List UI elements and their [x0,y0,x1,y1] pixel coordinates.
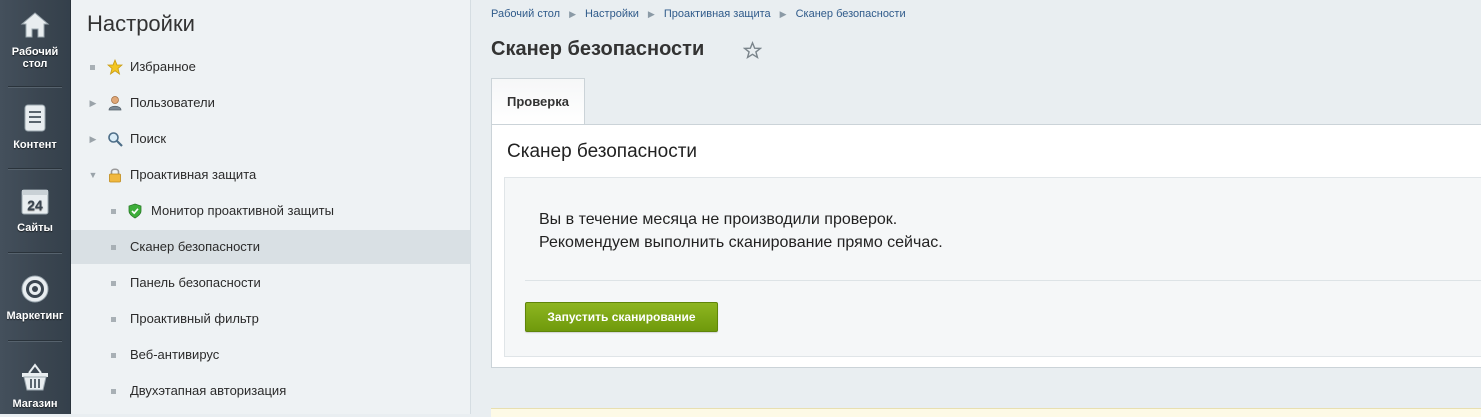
scanner-panel: Сканер безопасности Вы в течение месяца … [491,124,1481,368]
breadcrumb-link[interactable]: Проактивная защита [664,8,771,20]
menu-item-favorites[interactable]: Избранное [71,50,470,84]
rail-item-content[interactable]: Контент [0,103,70,151]
scanner-notice-box: Вы в течение месяца не производили прове… [504,177,1481,357]
favorite-star-icon[interactable] [743,41,762,60]
home-icon [20,12,50,38]
calendar-24-icon: 24 [21,189,49,215]
main-content: Рабочий стол ▶ Настройки ▶ Проактивная защит… [471,0,1481,417]
menu-item-web-antivirus[interactable]: Веб-антивирус [71,338,470,372]
menu-item-label: Сканер безопасности [130,239,261,254]
rail-label: Сайты [17,222,53,234]
lock-icon [109,168,121,183]
menu-item-label: Поиск [130,131,167,146]
bullet-marker [90,65,95,70]
bullet-marker [111,281,116,286]
rail-label: Рабочий [11,46,59,58]
chevron-down-icon[interactable]: ▼ [88,158,98,192]
bullet-marker [111,353,116,358]
panel-title: Сканер безопасности [507,141,698,162]
rail-item-desktop[interactable]: Рабочий стол [0,10,70,70]
user-icon [108,96,122,111]
star-icon [107,59,123,75]
menu-item-label: Панель безопасности [130,275,261,290]
start-scan-button[interactable]: Запустить сканирование [525,302,718,332]
rail-item-sites[interactable]: 24 Сайты [0,186,70,234]
svg-text:24: 24 [27,197,43,213]
magnifier-icon [108,132,123,147]
menu-item-proactive-monitor[interactable]: Монитор проактивной защиты [71,194,470,228]
bullet-marker [111,209,116,214]
rail-label: Контент [13,139,57,151]
menu-item-label: Веб-антивирус [130,347,220,362]
scanner-message: Вы в течение месяца не производили прове… [539,208,943,254]
divider [525,280,1481,281]
menu-title: Настройки [87,11,195,36]
basket-icon [22,363,48,391]
rail-label: стол [22,58,48,70]
page-title: Сканер безопасности [491,38,705,60]
breadcrumb-separator-icon: ▶ [569,9,576,19]
message-line: Рекомендуем выполнить сканирование прямо… [539,234,943,251]
bullet-marker [111,317,116,322]
document-icon [24,104,46,132]
breadcrumb-separator-icon: ▶ [647,9,655,19]
menu-item-label: Монитор проактивной защиты [151,203,334,218]
menu-item-label: Двухэтапная авторизация [130,383,287,398]
menu-item-search[interactable]: ▶ Поиск [71,122,470,156]
shield-icon [128,203,142,219]
rail-item-marketing[interactable]: Маркетинг [0,274,70,322]
bullet-marker [111,389,116,394]
global-nav-rail: Рабочий стол Контент 24 Сайты Маркетинг [0,0,71,414]
chevron-right-icon[interactable]: ▶ [88,122,98,156]
menu-item-label: Проактивная защита [130,167,257,182]
menu-item-proactive-filter[interactable]: Проактивный фильтр [71,302,470,336]
menu-item-label: Проактивный фильтр [130,311,259,326]
bullet-marker [111,245,116,250]
rail-divider [8,168,62,170]
breadcrumb-current[interactable]: Сканер безопасности [796,8,906,20]
breadcrumb-separator-icon: ▶ [779,9,787,19]
breadcrumb-link[interactable]: Рабочий стол [491,8,560,20]
menu-item-two-step-auth[interactable]: Двухэтапная авторизация [71,374,470,408]
menu-item-label: Избранное [130,59,196,74]
menu-item-users[interactable]: ▶ Пользователи [71,86,470,120]
rail-label: Маркетинг [6,310,64,322]
menu-item-security-panel[interactable]: Панель безопасности [71,266,470,300]
breadcrumb: Рабочий стол ▶ Настройки ▶ Проактивная защит… [491,8,906,20]
rail-item-shop[interactable]: Магазин [0,362,70,410]
rail-divider [8,86,62,88]
chevron-right-icon[interactable]: ▶ [88,86,98,120]
tab-check[interactable]: Проверка [491,78,585,124]
target-icon [21,275,49,303]
rail-divider [8,252,62,254]
menu-item-proactive-protection[interactable]: ▼ Проактивная защита [71,158,470,192]
bottom-notice-strip [491,408,1481,417]
settings-menu: Настройки Избранное ▶ Пользователи ▶ Пои… [71,0,471,414]
rail-label: Магазин [12,398,58,410]
menu-item-security-scanner[interactable]: Сканер безопасности [71,230,470,264]
message-line: Вы в течение месяца не производили прове… [539,211,898,228]
rail-divider [8,340,62,342]
breadcrumb-link[interactable]: Настройки [585,8,639,20]
menu-item-label: Пользователи [130,95,215,110]
